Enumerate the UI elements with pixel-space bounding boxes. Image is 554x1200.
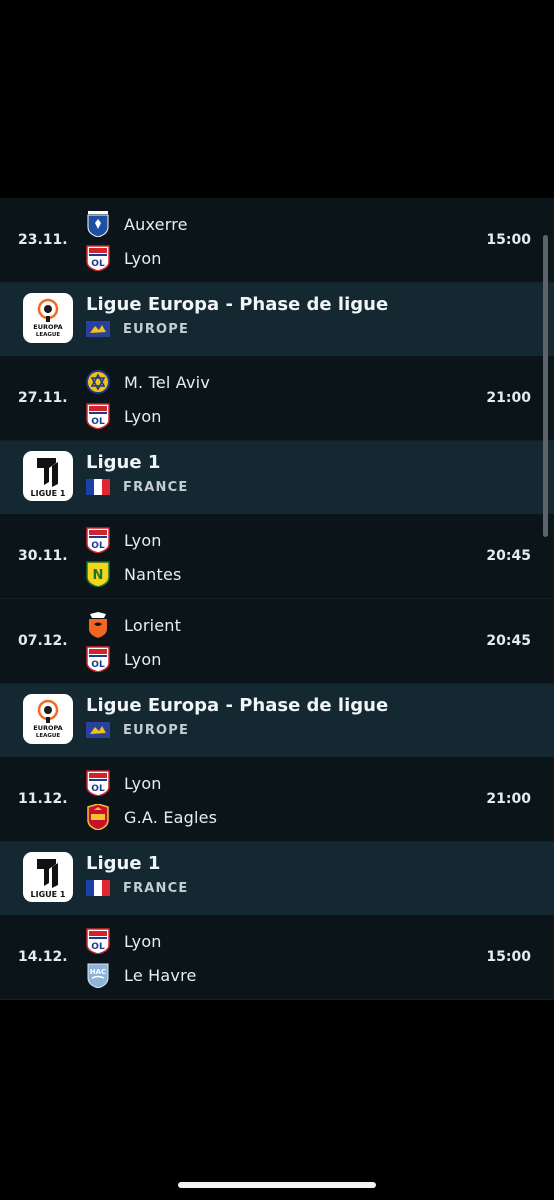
- match-date: 11.12.: [18, 791, 68, 807]
- europe-flag-icon: [86, 722, 110, 738]
- svg-text:OL: OL: [91, 541, 105, 551]
- away-team: HAC Le Havre: [86, 960, 197, 990]
- lyon-crest-icon: OL: [86, 245, 110, 271]
- team-name: Lyon: [124, 649, 162, 669]
- home-team: OL Lyon: [86, 525, 162, 555]
- match-date: 27.11.: [18, 390, 68, 406]
- lyon-crest-icon: OL: [86, 527, 110, 553]
- team-name: Lyon: [124, 931, 162, 951]
- league-header[interactable]: LIGUE 1 Ligue 1 FRANCE: [0, 441, 554, 514]
- match-time: 20:45: [486, 548, 531, 564]
- match-row[interactable]: 14.12. OL Lyon HAC Le Havre 15:00: [0, 915, 554, 1000]
- svg-text:EUROPA: EUROPA: [33, 724, 62, 732]
- league-name: Ligue Europa - Phase de ligue: [86, 695, 389, 716]
- home-team: M. Tel Aviv: [86, 367, 210, 397]
- team-name: Le Havre: [124, 965, 197, 985]
- away-team: OL Lyon: [86, 401, 162, 431]
- france-flag-icon: [86, 479, 110, 495]
- svg-text:LEAGUE: LEAGUE: [36, 332, 60, 338]
- scrollbar[interactable]: [543, 235, 548, 537]
- league-name: Ligue 1: [86, 452, 161, 473]
- lyon-crest-icon: OL: [86, 770, 110, 796]
- team-name: M. Tel Aviv: [124, 372, 210, 392]
- svg-text:OL: OL: [91, 942, 105, 952]
- svg-text:EUROPA: EUROPA: [33, 323, 62, 331]
- match-date: 07.12.: [18, 633, 68, 649]
- svg-text:N: N: [93, 568, 104, 583]
- team-name: Lyon: [124, 530, 162, 550]
- league-country: FRANCE: [86, 479, 188, 495]
- svg-text:LIGUE 1: LIGUE 1: [31, 489, 66, 498]
- svg-text:LEAGUE: LEAGUE: [36, 733, 60, 739]
- match-time: 20:45: [486, 633, 531, 649]
- match-date: 23.11.: [18, 232, 68, 248]
- fixtures-list: 23.11. Auxerre OL Lyon 15:00 EUROPA LEAGU…: [0, 198, 554, 1000]
- match-time: 21:00: [486, 791, 531, 807]
- team-name: Lyon: [124, 248, 162, 268]
- svg-text:OL: OL: [91, 259, 105, 269]
- svg-text:HAC: HAC: [90, 968, 106, 976]
- match-row[interactable]: 11.12. OL Lyon G.A. Eagles 21:00: [0, 757, 554, 842]
- country-name: EUROPE: [123, 722, 190, 738]
- svg-text:OL: OL: [91, 784, 105, 794]
- league-country: EUROPE: [86, 321, 189, 337]
- home-team: Lorient: [86, 610, 181, 640]
- lorient-crest-icon: [86, 612, 110, 638]
- league-country: EUROPE: [86, 722, 189, 738]
- country-name: FRANCE: [123, 880, 189, 896]
- lyon-crest-icon: OL: [86, 928, 110, 954]
- league-header[interactable]: LIGUE 1 Ligue 1 FRANCE: [0, 842, 554, 915]
- svg-text:OL: OL: [91, 660, 105, 670]
- league-header[interactable]: EUROPA LEAGUE Ligue Europa - Phase de lig…: [0, 684, 554, 757]
- match-time: 21:00: [486, 390, 531, 406]
- lyon-crest-icon: OL: [86, 646, 110, 672]
- ligue-1-logo-icon: LIGUE 1: [23, 852, 73, 902]
- home-team: OL Lyon: [86, 926, 162, 956]
- europe-flag-icon: [86, 321, 110, 337]
- match-time: 15:00: [486, 232, 531, 248]
- away-team: OL Lyon: [86, 243, 162, 273]
- europa-league-logo-icon: EUROPA LEAGUE: [23, 694, 73, 744]
- team-name: Lorient: [124, 615, 182, 635]
- team-name: Nantes: [124, 564, 182, 584]
- country-name: FRANCE: [123, 479, 189, 495]
- league-name: Ligue Europa - Phase de ligue: [86, 294, 389, 315]
- team-name: G.A. Eagles: [124, 807, 218, 827]
- league-header[interactable]: EUROPA LEAGUE Ligue Europa - Phase de lig…: [0, 283, 554, 356]
- match-row[interactable]: 30.11. OL Lyon N Nantes 20:45: [0, 514, 554, 599]
- lyon-crest-icon: OL: [86, 403, 110, 429]
- svg-text:LIGUE 1: LIGUE 1: [31, 890, 66, 899]
- auxerre-crest-icon: [86, 211, 110, 237]
- ligue-1-logo-icon: LIGUE 1: [23, 451, 73, 501]
- team-name: Lyon: [124, 773, 162, 793]
- svg-text:OL: OL: [91, 417, 105, 427]
- match-date: 14.12.: [18, 949, 68, 965]
- league-country: FRANCE: [86, 880, 188, 896]
- home-team: Auxerre: [86, 209, 188, 239]
- maccabi-tel-aviv-crest-icon: [86, 369, 110, 395]
- league-name: Ligue 1: [86, 853, 161, 874]
- away-team: N Nantes: [86, 559, 182, 589]
- team-name: Auxerre: [124, 214, 188, 234]
- country-name: EUROPE: [123, 321, 190, 337]
- france-flag-icon: [86, 880, 110, 896]
- match-row[interactable]: 23.11. Auxerre OL Lyon 15:00: [0, 198, 554, 283]
- nantes-crest-icon: N: [86, 561, 110, 587]
- match-row[interactable]: 27.11. M. Tel Aviv OL Lyon 21:00: [0, 356, 554, 441]
- match-time: 15:00: [486, 949, 531, 965]
- home-team: OL Lyon: [86, 768, 162, 798]
- le-havre-crest-icon: HAC: [86, 962, 110, 988]
- match-row[interactable]: 07.12. Lorient OL Lyon 20:45: [0, 599, 554, 684]
- go-ahead-eagles-crest-icon: [86, 804, 110, 830]
- away-team: OL Lyon: [86, 644, 162, 674]
- home-indicator[interactable]: [178, 1182, 376, 1188]
- match-date: 30.11.: [18, 548, 68, 564]
- away-team: G.A. Eagles: [86, 802, 217, 832]
- team-name: Lyon: [124, 406, 162, 426]
- europa-league-logo-icon: EUROPA LEAGUE: [23, 293, 73, 343]
